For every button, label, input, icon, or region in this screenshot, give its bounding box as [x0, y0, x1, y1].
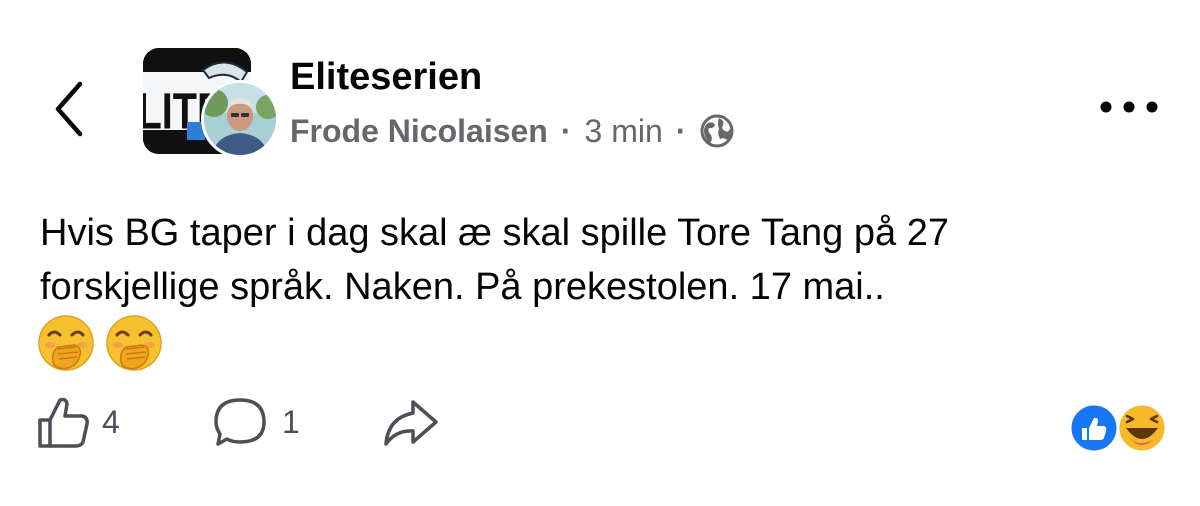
- comment-bubble-icon: [214, 398, 266, 446]
- meta-separator: ·: [560, 112, 572, 149]
- group-name-link[interactable]: Eliteserien: [290, 56, 482, 99]
- comment-button[interactable]: 1: [210, 392, 300, 452]
- share-button[interactable]: [380, 392, 442, 452]
- chevron-left-icon: [55, 81, 83, 137]
- haha-reaction-icon: [1116, 402, 1168, 454]
- post-text-line: Hvis BG taper i dag skal æ skal spille T…: [40, 212, 949, 254]
- post-text-line: forskjellige språk. Naken. På prekestole…: [40, 266, 885, 308]
- reactions-summary[interactable]: [1068, 402, 1170, 454]
- post-timestamp[interactable]: 3 min: [585, 113, 663, 150]
- like-count: 4: [102, 403, 120, 440]
- more-dots-icon: [1100, 101, 1158, 113]
- post-meta: Frode Nicolaisen · 3 min ·: [290, 111, 735, 151]
- more-options-button[interactable]: [1094, 92, 1164, 122]
- like-button[interactable]: 4: [36, 392, 120, 452]
- post-body: Hvis BG taper i dag skal æ skal spille T…: [40, 206, 1170, 314]
- hand-over-mouth-emoji-icon: [38, 315, 94, 371]
- share-arrow-icon: [384, 400, 438, 446]
- back-button[interactable]: [46, 74, 96, 144]
- post-emojis: [36, 313, 164, 373]
- author-name-link[interactable]: Frode Nicolaisen: [290, 113, 548, 150]
- hand-over-mouth-emoji-icon: [106, 315, 162, 371]
- like-reaction-icon: [1068, 402, 1120, 454]
- globe-icon[interactable]: [699, 113, 735, 149]
- author-avatar[interactable]: [201, 80, 279, 158]
- meta-separator: ·: [675, 112, 687, 149]
- comment-count: 1: [282, 403, 300, 440]
- thumbs-up-icon: [38, 397, 89, 448]
